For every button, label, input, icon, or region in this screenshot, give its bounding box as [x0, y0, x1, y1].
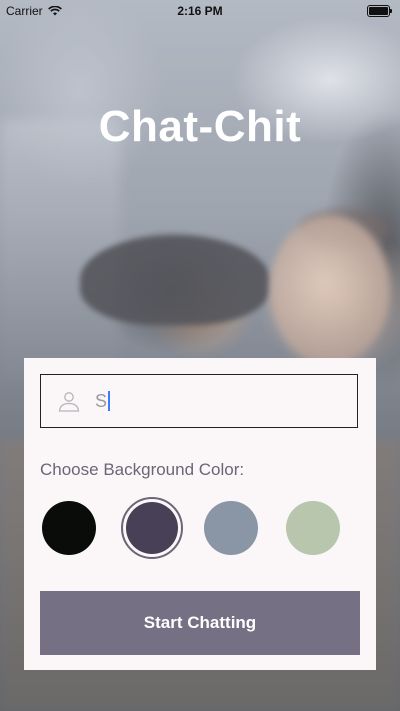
status-bar: Carrier 2:16 PM — [0, 0, 400, 22]
color-swatches — [40, 497, 360, 562]
name-input-value: S — [95, 390, 108, 411]
text-cursor — [108, 391, 111, 411]
battery-icon — [367, 5, 392, 17]
person-icon — [58, 392, 80, 412]
color-swatch-black[interactable] — [42, 501, 96, 555]
name-input[interactable]: S — [40, 374, 358, 428]
app-title: Chat-Chit — [98, 102, 302, 151]
color-swatch-slate[interactable] — [204, 501, 258, 555]
color-swatch-purple[interactable] — [121, 497, 183, 559]
start-chatting-button[interactable]: Start Chatting — [40, 591, 360, 655]
choose-color-label: Choose Background Color: — [40, 460, 245, 479]
color-swatch-sage[interactable] — [286, 501, 340, 555]
status-time: 2:16 PM — [177, 4, 223, 18]
start-form-card: S Choose Background Color: Start Chattin… — [24, 358, 376, 670]
